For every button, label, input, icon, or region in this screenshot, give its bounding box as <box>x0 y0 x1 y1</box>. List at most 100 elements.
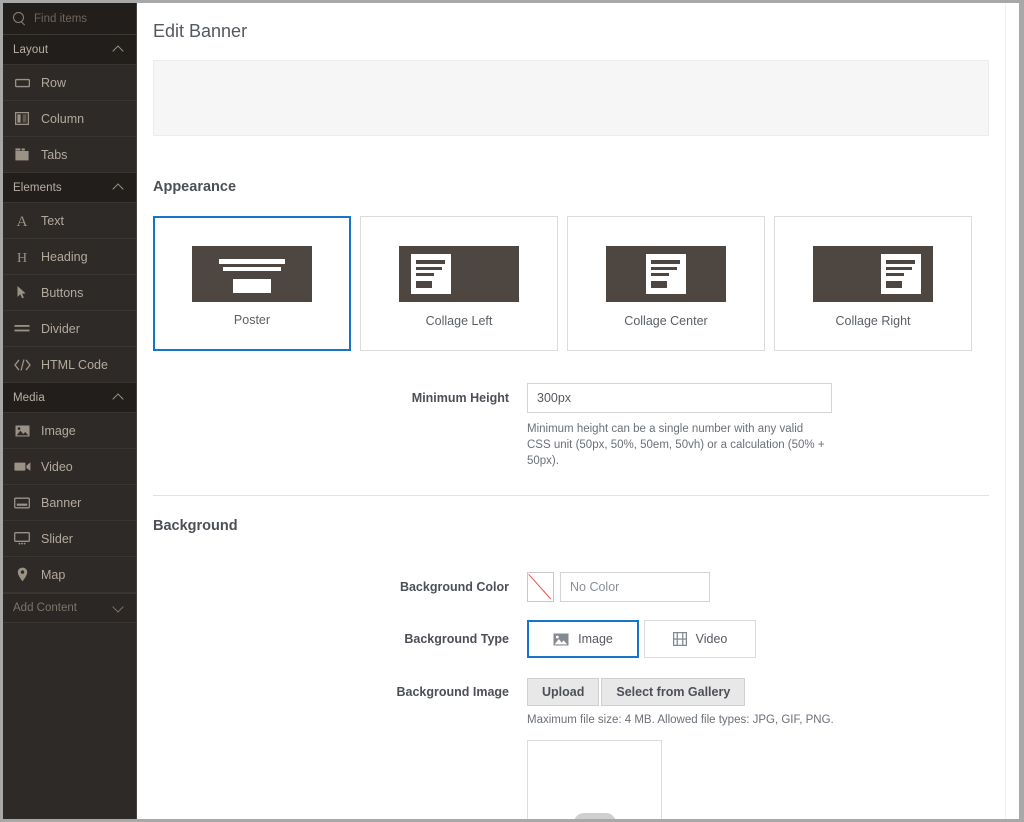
sidebar-item-video[interactable]: Video <box>3 449 136 485</box>
image-placeholder-icon <box>574 813 616 819</box>
chevron-up-icon <box>113 392 124 403</box>
sidebar-item-label: Banner <box>41 495 82 510</box>
sidebar-item-label: Video <box>41 459 73 474</box>
svg-text:A: A <box>17 214 28 228</box>
window-inner: Layout Row Column Tabs <box>3 3 1019 819</box>
minimum-height-input[interactable] <box>527 383 832 413</box>
sidebar-group-label: Add Content <box>13 602 77 614</box>
scrollbar-thumb[interactable] <box>1008 5 1018 305</box>
appearance-options: Poster Collage Left Collage Center Colla… <box>137 195 1005 351</box>
sidebar-item-label: Image <box>41 423 76 438</box>
upload-button[interactable]: Upload <box>527 678 600 706</box>
background-type-row: Background Type Image Video <box>137 620 1005 658</box>
video-icon <box>13 459 31 475</box>
sidebar-item-divider[interactable]: Divider <box>3 311 136 347</box>
appearance-option-poster[interactable]: Poster <box>153 216 351 351</box>
background-image-label: Background Image <box>396 685 509 699</box>
background-color-field <box>527 572 1005 602</box>
svg-text:H: H <box>17 251 27 264</box>
minimum-height-label: Minimum Height <box>411 391 509 405</box>
sidebar-group-add-content[interactable]: Add Content <box>3 593 136 623</box>
background-image-field: Upload Select from Gallery Maximum file … <box>527 678 1005 819</box>
search-icon <box>13 12 26 25</box>
sidebar-item-label: Slider <box>41 531 73 546</box>
sidebar-item-text[interactable]: A Text <box>3 203 136 239</box>
sidebar-group-layout[interactable]: Layout <box>3 35 136 65</box>
select-from-gallery-button[interactable]: Select from Gallery <box>601 678 746 706</box>
sidebar-item-label: Text <box>41 213 64 228</box>
background-color-input[interactable] <box>560 572 710 602</box>
collage-center-thumbnail-icon <box>606 245 726 302</box>
sidebar-item-label: Divider <box>41 321 80 336</box>
sidebar-item-heading[interactable]: H Heading <box>3 239 136 275</box>
sidebar-item-label: HTML Code <box>41 357 108 372</box>
sidebar-group-label: Media <box>13 391 45 404</box>
background-type-video-button[interactable]: Video <box>644 620 756 658</box>
background-color-row: Background Color <box>137 572 1005 602</box>
appearance-option-collage-left[interactable]: Collage Left <box>360 216 558 351</box>
image-icon <box>553 633 569 646</box>
appearance-option-collage-center[interactable]: Collage Center <box>567 216 765 351</box>
heading-icon: H <box>13 249 31 265</box>
page-title: Edit Banner <box>153 21 248 41</box>
sidebar-item-label: Column <box>41 111 85 126</box>
no-color-swatch-button[interactable] <box>527 572 554 602</box>
film-icon <box>672 632 687 646</box>
sidebar-group-media[interactable]: Media <box>3 383 136 413</box>
background-image-buttons: Upload Select from Gallery <box>527 678 1005 706</box>
map-pin-icon <box>13 567 31 583</box>
slider-icon <box>13 531 31 547</box>
appearance-option-label: Poster <box>233 313 271 327</box>
sidebar-item-row[interactable]: Row <box>3 65 136 101</box>
sidebar: Layout Row Column Tabs <box>3 3 137 819</box>
poster-thumbnail-icon <box>192 245 312 302</box>
row-icon <box>13 75 31 91</box>
chevron-up-icon <box>113 182 124 193</box>
chevron-down-icon <box>113 603 124 614</box>
sidebar-item-label: Buttons <box>41 285 84 300</box>
sidebar-group-elements[interactable]: Elements <box>3 173 136 203</box>
sidebar-item-label: Heading <box>41 249 88 264</box>
sidebar-item-image[interactable]: Image <box>3 413 136 449</box>
sidebar-search-row[interactable] <box>3 3 136 35</box>
sidebar-group-label: Elements <box>13 181 62 194</box>
sidebar-item-buttons[interactable]: Buttons <box>3 275 136 311</box>
sidebar-item-html-code[interactable]: HTML Code <box>3 347 136 383</box>
sidebar-group-label: Layout <box>13 43 49 56</box>
background-type-option-label: Video <box>695 632 728 646</box>
banner-icon <box>13 495 31 511</box>
sidebar-item-banner[interactable]: Banner <box>3 485 136 521</box>
background-image-help: Maximum file size: 4 MB. Allowed file ty… <box>527 714 834 726</box>
appearance-section-title: Appearance <box>153 179 237 195</box>
main-scrollbar[interactable] <box>1005 3 1019 819</box>
background-image-preview[interactable] <box>527 740 662 819</box>
background-type-image-button[interactable]: Image <box>527 620 639 658</box>
main-panel: Edit Banner Appearance Poster Collage Le… <box>137 3 1019 819</box>
sidebar-item-tabs[interactable]: Tabs <box>3 137 136 173</box>
sidebar-item-slider[interactable]: Slider <box>3 521 136 557</box>
settings-form: Edit Banner Appearance Poster Collage Le… <box>137 3 1005 819</box>
background-section-title: Background <box>153 518 238 534</box>
app-window: Layout Row Column Tabs <box>0 0 1024 822</box>
minimum-height-row: Minimum Height Minimum height can be a s… <box>137 383 1005 469</box>
appearance-option-collage-right[interactable]: Collage Right <box>774 216 972 351</box>
collage-left-thumbnail-icon <box>399 245 519 302</box>
cursor-icon <box>13 285 31 301</box>
divider-icon <box>13 321 31 337</box>
sidebar-item-column[interactable]: Column <box>3 101 136 137</box>
background-image-row: Background Image Upload Select from Gall… <box>137 678 1005 819</box>
appearance-option-label: Collage Left <box>425 314 493 328</box>
tabs-icon <box>13 147 31 163</box>
background-color-label: Background Color <box>399 580 509 594</box>
column-icon <box>13 111 31 127</box>
sidebar-item-label: Tabs <box>41 147 68 162</box>
code-icon <box>13 357 31 373</box>
sidebar-item-map[interactable]: Map <box>3 557 136 593</box>
background-type-option-label: Image <box>578 632 613 646</box>
image-icon <box>13 423 31 439</box>
minimum-height-help: Minimum height can be a single number wi… <box>527 423 825 467</box>
sidebar-item-label: Map <box>41 567 66 582</box>
sidebar-item-label: Row <box>41 75 67 90</box>
search-input[interactable] <box>34 12 126 25</box>
text-icon: A <box>13 213 31 229</box>
